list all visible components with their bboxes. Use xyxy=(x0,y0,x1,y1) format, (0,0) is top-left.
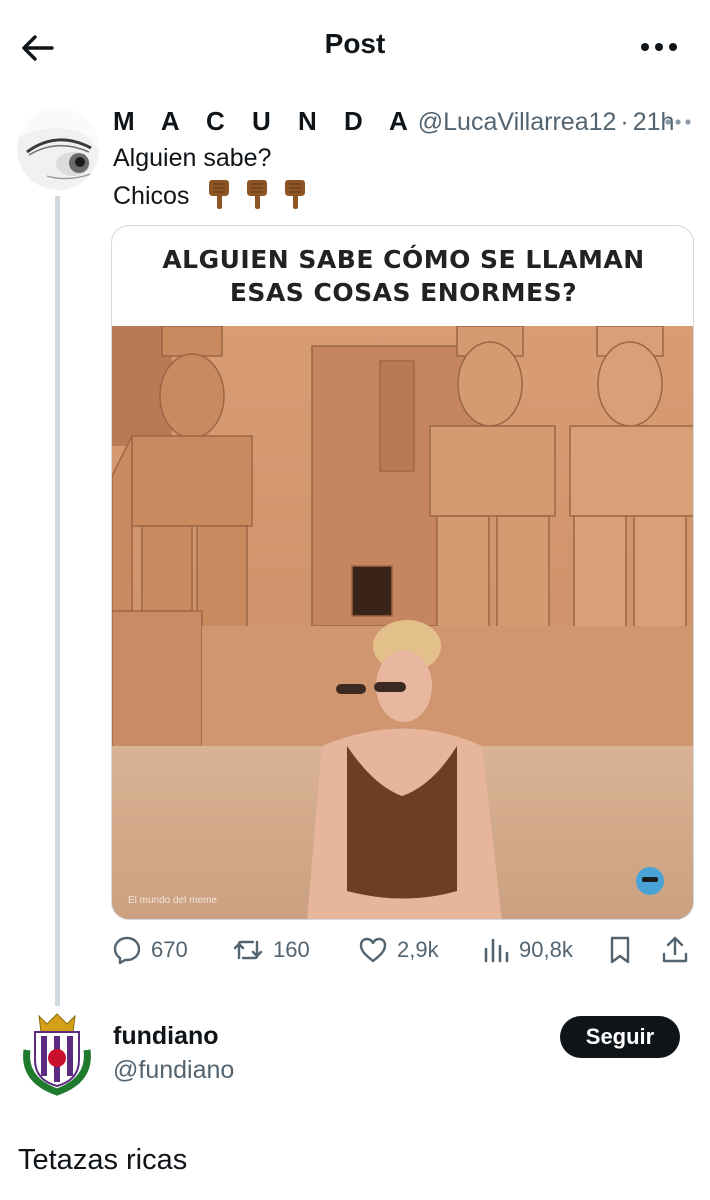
share-icon xyxy=(662,936,688,963)
follow-button[interactable]: Seguir xyxy=(560,1016,680,1058)
meme-caption-line: ESAS COSAS ENORMES? xyxy=(229,278,578,307)
meme-caption-line: ALGUIEN SABE CÓMO SE LLAMAN xyxy=(162,245,645,274)
thread-connector-line xyxy=(55,196,60,1006)
post-action-bar: 670 160 2,9k 90,8k xyxy=(111,930,696,970)
views-button[interactable]: 90,8k xyxy=(481,930,573,970)
separator-dot: · xyxy=(620,108,629,136)
post-more-icon[interactable] xyxy=(662,112,694,132)
avatar[interactable] xyxy=(17,108,99,190)
more-options-icon[interactable] xyxy=(636,30,682,64)
share-button[interactable] xyxy=(659,930,691,970)
like-count: 2,9k xyxy=(397,937,439,962)
post-text-chicos: Chicos xyxy=(113,182,190,210)
page-title: Post xyxy=(324,28,386,59)
views-count: 90,8k xyxy=(519,937,573,962)
avatar[interactable] xyxy=(17,1010,97,1096)
reply-author-handle[interactable]: @fundiano xyxy=(113,1056,234,1085)
top-bar: Post xyxy=(0,0,710,95)
post-media-image[interactable]: ALGUIEN SABE CÓMO SE LLAMAN ESAS COSAS E… xyxy=(111,225,694,920)
reply-count: 670 xyxy=(151,937,188,962)
repost-button[interactable]: 160 xyxy=(231,930,310,970)
temple-photo: El mundo del meme xyxy=(112,326,693,919)
author-display-name[interactable]: M A C U N D A xyxy=(113,106,418,137)
watermark-text: El mundo del meme xyxy=(128,895,217,906)
reply-text: Tetazas ricas xyxy=(18,1144,188,1176)
meme-caption: ALGUIEN SABE CÓMO SE LLAMAN ESAS COSAS E… xyxy=(112,226,693,326)
repost-icon xyxy=(233,940,263,960)
like-button[interactable]: 2,9k xyxy=(357,930,439,970)
author-handle[interactable]: @LucaVillarrea12 xyxy=(418,108,617,137)
reply-button[interactable]: 670 xyxy=(111,930,188,970)
post-text-line: Chicos xyxy=(113,178,308,211)
views-icon xyxy=(484,938,509,963)
heart-icon xyxy=(359,937,387,963)
repost-count: 160 xyxy=(273,937,310,962)
pointing-down-emoji-group xyxy=(206,178,308,210)
reply-icon xyxy=(113,936,141,965)
post-text-line: Alguien sabe? xyxy=(113,144,272,172)
post-header: M A C U N D A @LucaVillarrea12 · 21h xyxy=(113,106,674,138)
bookmark-icon xyxy=(610,936,630,964)
reply-author-name[interactable]: fundiano xyxy=(113,1022,219,1051)
pointing-down-emoji-icon xyxy=(209,180,230,209)
pointing-down-emoji-icon xyxy=(247,180,268,209)
pointing-down-emoji-icon xyxy=(285,180,306,209)
bookmark-button[interactable] xyxy=(605,930,635,970)
